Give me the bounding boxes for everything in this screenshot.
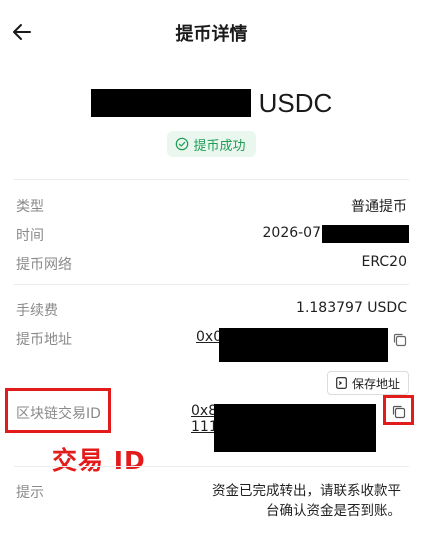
redacted-address [219,328,388,362]
save-address-label: 保存地址 [351,376,400,391]
divider [14,284,409,285]
divider [14,466,409,467]
annotation-box-copy [383,395,414,425]
page-title: 提币详情 [175,24,248,45]
document-icon [336,377,347,389]
save-address-button[interactable]: 保存地址 [326,371,409,395]
redacted-amount [90,89,251,117]
annotation-box-label [5,388,111,433]
header: 提币详情 [0,0,423,64]
network-value: ERC20 [361,254,407,270]
amount-unit: USDC [258,87,333,118]
check-circle-icon [176,137,189,151]
fee-label: 手续费 [16,303,58,319]
fee-value: 1.183797 USDC [296,300,407,316]
status-badge-wrap: 提币成功 [0,131,423,157]
time-value: 2026-07 [262,225,322,241]
annotation-text: 交易 ID [52,446,146,475]
address-label: 提币地址 [16,332,72,348]
divider [14,179,409,180]
type-label: 类型 [16,199,44,215]
redacted-time [322,225,409,243]
tip-label: 提示 [16,485,44,501]
status-label: 提币成功 [193,138,246,154]
type-value: 普通提币 [351,199,407,215]
redacted-txid [214,404,376,452]
time-label: 时间 [16,228,44,244]
network-label: 提币网络 [16,257,72,273]
status-badge: 提币成功 [167,131,256,157]
amount-row: USDC [0,86,423,120]
tip-value: 资金已完成转出，请联系收款平台确认资金是否到账。 [212,483,401,519]
copy-address-icon[interactable] [392,332,408,348]
